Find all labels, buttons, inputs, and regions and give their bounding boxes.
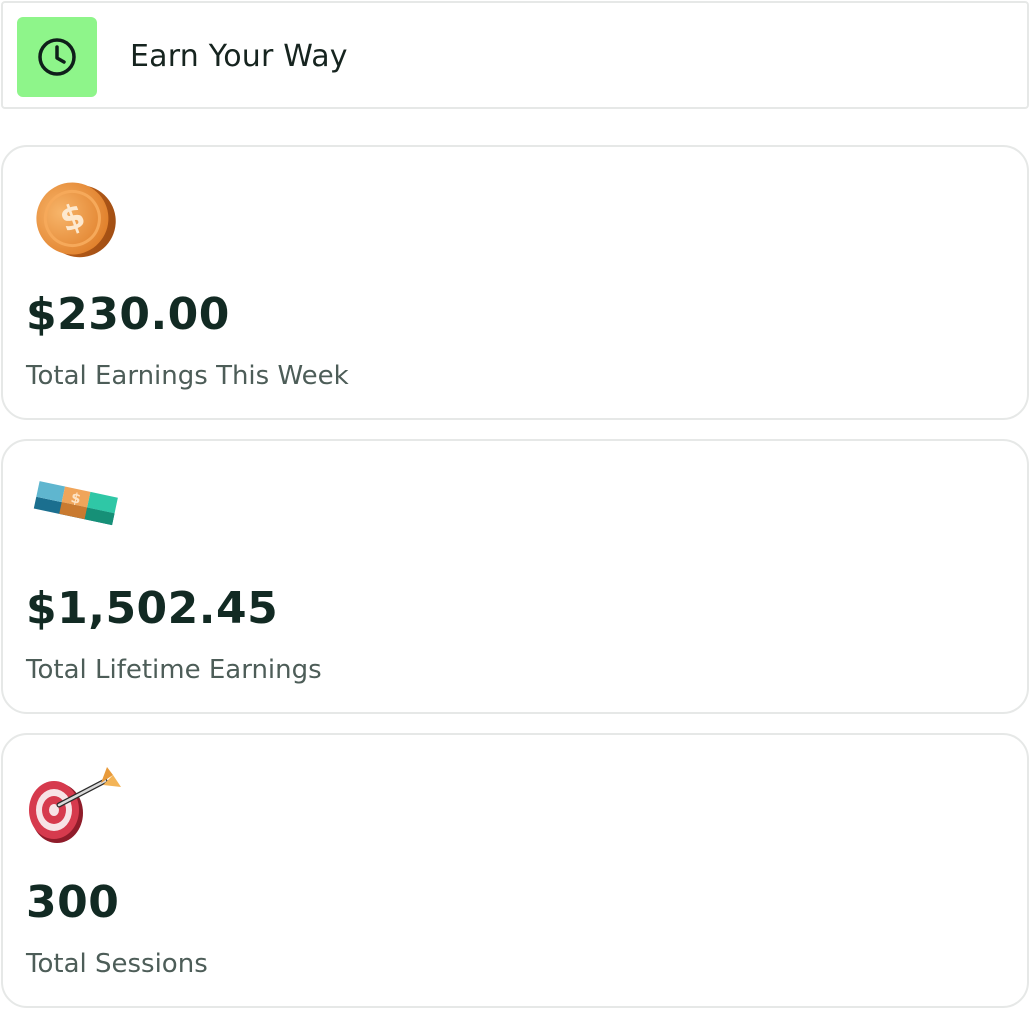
weekly-earnings-value: $230.00 <box>26 289 230 340</box>
clock-icon-container <box>17 17 97 97</box>
weekly-earnings-label: Total Earnings This Week <box>26 361 349 391</box>
sessions-value: 300 <box>26 877 120 928</box>
coin-icon: $ <box>36 182 116 258</box>
sessions-label: Total Sessions <box>26 949 208 979</box>
header-card: Earn Your Way <box>1 1 1029 109</box>
sessions-card: 300 Total Sessions <box>1 733 1029 1008</box>
clock-icon <box>38 38 76 76</box>
weekly-earnings-card: $ $230.00 Total Earnings This Week <box>1 145 1029 420</box>
lifetime-earnings-card: $ $1,502.45 Total Lifetime Earnings <box>1 439 1029 714</box>
lifetime-earnings-label: Total Lifetime Earnings <box>26 655 322 685</box>
money-stack-icon: $ <box>33 481 118 526</box>
page-title: Earn Your Way <box>130 39 348 74</box>
target-icon <box>29 767 121 843</box>
lifetime-earnings-value: $1,502.45 <box>26 583 279 634</box>
